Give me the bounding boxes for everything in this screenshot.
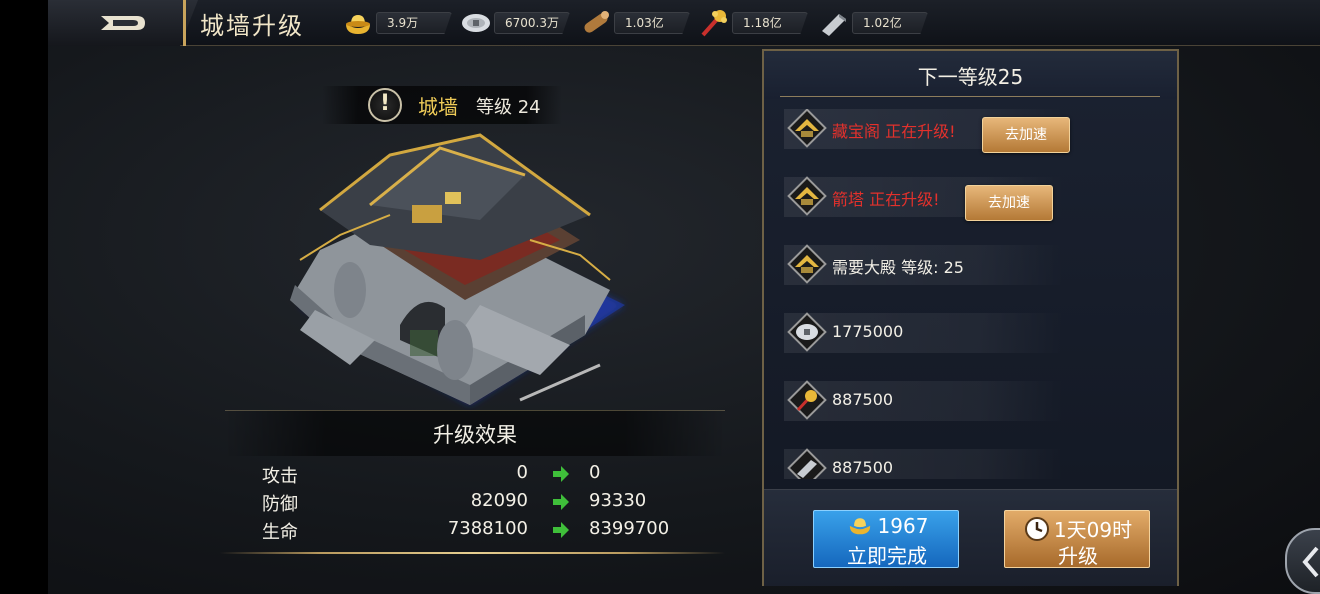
stat-label: 防御 xyxy=(262,494,298,515)
city-wall-illustration xyxy=(290,133,625,405)
side-collapse-button[interactable] xyxy=(1285,528,1320,594)
gold-ingot-icon xyxy=(849,518,870,535)
requirement-text: 需要大殿 等级: 25 xyxy=(832,258,964,277)
stat-label: 攻击 xyxy=(262,466,298,487)
panel-title: 下一等级25 xyxy=(917,65,1024,89)
resource-gold[interactable]: 3.9万 xyxy=(342,10,452,36)
upgrade-effects-title: 升级效果 xyxy=(433,423,517,447)
gold-ingot-icon xyxy=(342,9,374,37)
stat-label: 生命 xyxy=(262,522,298,543)
resource-gold-value: 3.9万 xyxy=(376,12,452,34)
grain-bundle-icon xyxy=(787,380,827,420)
grain-bundle-icon xyxy=(698,9,730,37)
stat-row-attack: 攻击 0 0 xyxy=(262,462,682,490)
resource-iron-value: 1.02亿 xyxy=(852,12,928,34)
iron-bar-icon xyxy=(787,448,827,479)
resource-wood[interactable]: 1.03亿 xyxy=(580,10,690,36)
wood-log-icon xyxy=(580,9,612,37)
upgrade-label: 升级 xyxy=(1058,544,1098,568)
panel-footer: 1967 立即完成 1天09时 升级 xyxy=(764,489,1177,586)
silver-coin-icon xyxy=(787,312,827,352)
requirements-list[interactable]: 藏宝阁 正在升级! 去加速 箭塔 正在升级! 去加速 需要大殿 等级: 25 1… xyxy=(764,109,1177,479)
upgrade-time: 1天09时 xyxy=(1005,514,1151,543)
game-screen: 城墙升级 3.9万 6700.3万 1.03亿 1.18亿 1.02亿 ! 城墙… xyxy=(0,0,1320,594)
resource-wood-value: 1.03亿 xyxy=(614,12,690,34)
back-arrow-icon xyxy=(101,16,145,30)
resource-silver-value: 6700.3万 xyxy=(494,12,570,34)
stat-row-health: 生命 7388100 8399700 xyxy=(262,518,682,546)
instant-cost-value: 1967 xyxy=(877,514,929,538)
resource-silver[interactable]: 6700.3万 xyxy=(460,10,570,36)
building-header: ! 城墙 等级 24 xyxy=(322,86,562,124)
building-roof-icon xyxy=(787,176,827,216)
requirement-text: 887500 xyxy=(832,390,894,409)
requirement-row: 需要大殿 等级: 25 xyxy=(784,244,1064,285)
requirement-text: 887500 xyxy=(832,458,894,477)
instant-cost: 1967 xyxy=(814,514,960,538)
iron-bar-icon xyxy=(818,9,850,37)
resource-iron[interactable]: 1.02亿 xyxy=(818,10,928,36)
stats-table: 攻击 0 0 防御 82090 93330 生命 7388100 8399700 xyxy=(262,462,682,546)
instant-complete-label: 立即完成 xyxy=(847,544,927,568)
requirements-panel: 下一等级25 藏宝阁 正在升级! 去加速 箭塔 正在升级! 去加速 需要大殿 等… xyxy=(762,49,1179,586)
requirement-row: 887500 xyxy=(784,380,1064,421)
stat-current: 0 xyxy=(516,462,528,483)
stat-current: 7388100 xyxy=(447,518,528,539)
building-level: 等级 24 xyxy=(476,97,541,118)
requirement-row: 1775000 xyxy=(784,312,1064,353)
requirement-text: 藏宝阁 正在升级! xyxy=(832,122,956,141)
requirement-text: 箭塔 正在升级! xyxy=(832,190,940,209)
clock-icon xyxy=(1024,517,1049,541)
stat-next: 0 xyxy=(589,462,601,483)
silver-coin-icon xyxy=(460,9,492,37)
building-name: 城墙 xyxy=(418,95,458,119)
left-letterbox xyxy=(0,0,48,594)
divider-line xyxy=(220,552,725,554)
upgrade-button[interactable]: 1天09时 升级 xyxy=(1004,510,1150,568)
green-arrow-icon xyxy=(553,494,569,510)
speed-up-button-treasury[interactable]: 去加速 xyxy=(982,117,1070,153)
resource-grain-value: 1.18亿 xyxy=(732,12,808,34)
stat-row-defense: 防御 82090 93330 xyxy=(262,490,682,518)
requirement-text: 1775000 xyxy=(832,322,904,341)
stat-next: 93330 xyxy=(589,490,647,511)
top-bar: 城墙升级 3.9万 6700.3万 1.03亿 1.18亿 1.02亿 xyxy=(48,0,1320,46)
building-roof-icon xyxy=(787,244,827,284)
green-arrow-icon xyxy=(553,466,569,482)
panel-header: 下一等级25 xyxy=(764,51,1177,99)
building-roof-icon xyxy=(787,109,827,148)
resource-grain[interactable]: 1.18亿 xyxy=(698,9,808,37)
panel-title-rule xyxy=(780,96,1160,97)
upgrade-time-value: 1天09时 xyxy=(1053,518,1133,542)
speed-up-button-arrow-tower[interactable]: 去加速 xyxy=(965,185,1053,221)
instant-complete-button[interactable]: 1967 立即完成 xyxy=(813,510,959,568)
info-exclamation-icon[interactable]: ! xyxy=(368,88,402,122)
page-title: 城墙升级 xyxy=(200,12,304,40)
upgrade-effects-header: 升级效果 xyxy=(225,410,725,456)
requirement-row: 887500 xyxy=(784,448,1064,479)
chevron-left-icon xyxy=(1302,546,1319,578)
stat-next: 8399700 xyxy=(589,518,670,539)
green-arrow-icon xyxy=(553,522,569,538)
stat-current: 82090 xyxy=(470,490,528,511)
